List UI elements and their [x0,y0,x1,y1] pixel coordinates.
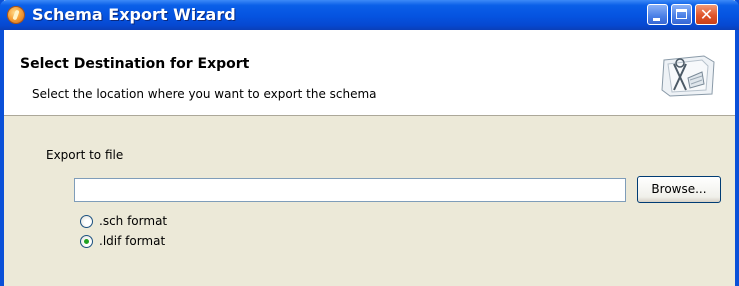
browse-button[interactable]: Browse... [637,176,721,203]
maximize-icon [676,9,687,19]
minimize-button[interactable] [647,4,668,25]
close-icon: ✕ [699,5,714,24]
wizard-header: Select Destination for Export Select the… [4,30,735,116]
ldif-format-radio[interactable] [80,235,93,248]
export-file-path-input[interactable] [74,178,626,202]
maximize-button[interactable] [671,4,692,25]
schema-export-graphic-icon [657,51,719,99]
sch-format-radio[interactable] [80,215,93,228]
sch-format-label: .sch format [99,214,168,228]
wizard-app-icon [8,7,24,23]
export-to-file-label: Export to file [46,148,124,162]
ldif-format-option[interactable]: .ldif format [80,234,200,252]
title-bar[interactable]: Schema Export Wizard ✕ [0,0,739,30]
schema-export-wizard-window: Schema Export Wizard ✕ Select Destinatio… [0,0,739,286]
window-title: Schema Export Wizard [32,5,236,24]
wizard-content: Export to file Browse... .sch format .ld… [4,116,735,286]
close-button[interactable]: ✕ [695,4,718,25]
minimize-icon [653,18,660,21]
page-title: Select Destination for Export [20,56,250,72]
page-description: Select the location where you want to ex… [32,87,377,101]
sch-format-option[interactable]: .sch format [80,214,200,232]
ldif-format-label: .ldif format [99,234,166,248]
